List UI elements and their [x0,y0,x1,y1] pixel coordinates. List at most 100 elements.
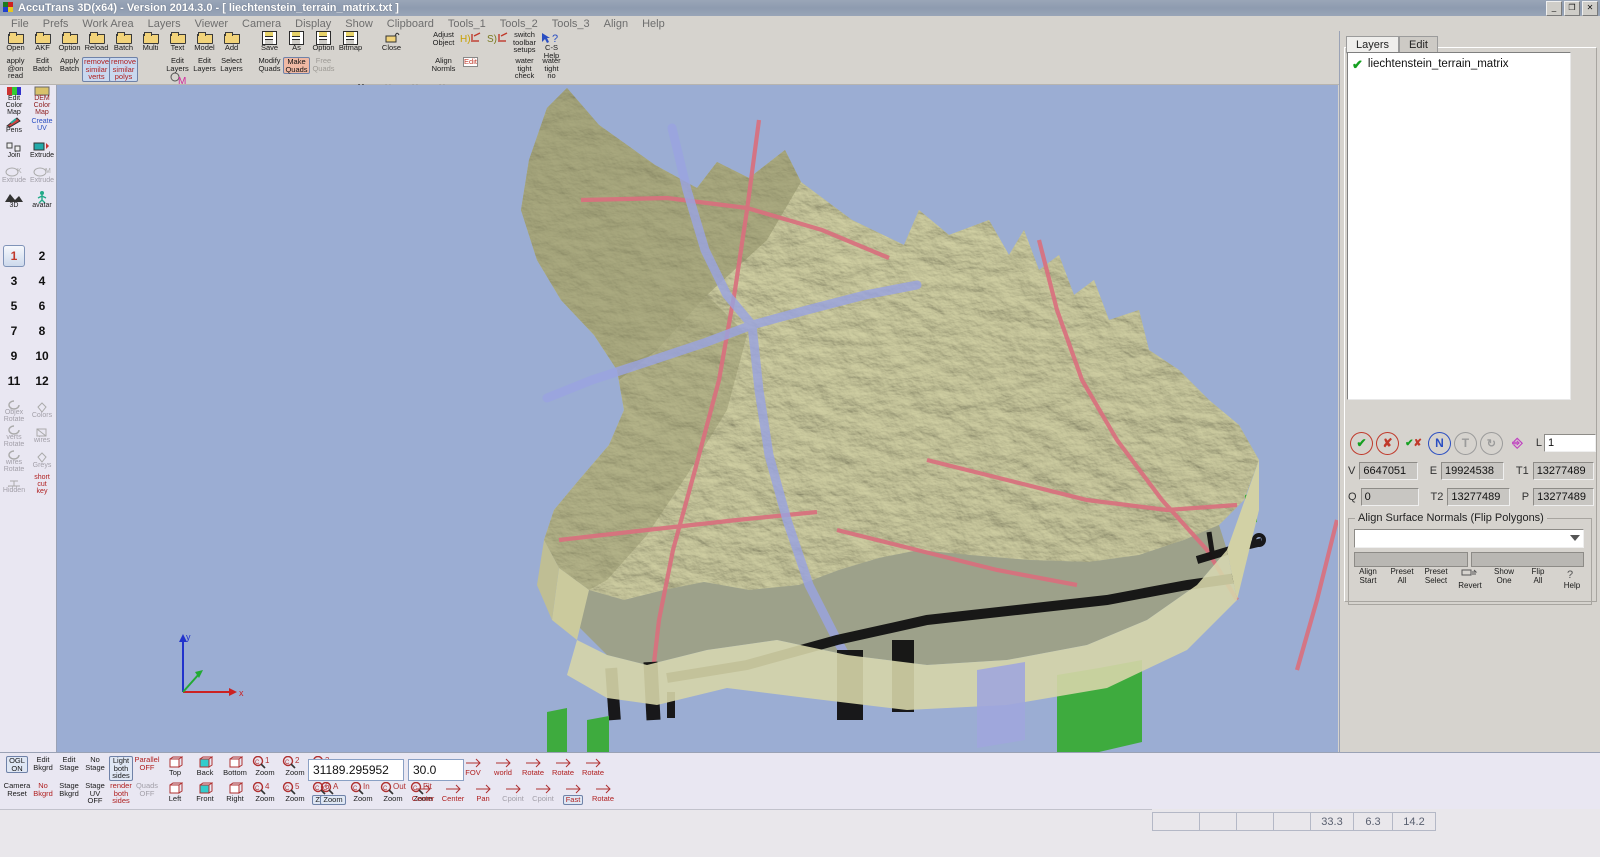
layer-index-field[interactable]: L 1 [1536,434,1597,452]
toolbar-cell-reload[interactable]: Reload remove similar verts [82,31,112,84]
minimize-button[interactable]: _ [1546,1,1562,16]
light-both-sides[interactable]: Light both sides [108,756,134,783]
bottom-cell-3[interactable]: Cpoint [498,782,528,809]
left-tool-verts[interactable]: verts Rotate [0,422,28,448]
stat-value-t1[interactable]: 13277489 [1532,461,1594,480]
view-left[interactable]: Left [160,782,190,809]
layer-number-6[interactable]: 6 [28,293,56,318]
render-both-sides[interactable]: render both sides [108,782,134,809]
uncheck-all-icon[interactable]: ✘ [1375,431,1399,455]
bottom-cell-0[interactable]: Center [408,782,438,809]
layer-number-5[interactable]: 5 [0,293,28,318]
bottom-cell-2[interactable]: Rotate [518,756,548,783]
stat-value-t2[interactable]: 13277489 [1447,487,1510,506]
layer-number-8[interactable]: 8 [28,318,56,343]
loop-icon[interactable]: ↻ [1479,431,1503,455]
menu-item-help[interactable]: Help [635,18,672,30]
bottom-cell-3[interactable]: Rotate [548,756,578,783]
zoom-1[interactable]: C 1 Zoom [250,755,280,783]
menu-item-camera[interactable]: Camera [235,18,288,30]
menu-item-viewer[interactable]: Viewer [188,18,235,30]
toolbar-cell-switch[interactable]: switch toolbar setups water tight check [511,31,538,84]
toolbar-cell-x[interactable]: S) [484,31,511,84]
layer-number-1[interactable]: 1 [0,243,28,268]
zoom-distance-field[interactable]: 31189.295952 [308,759,404,781]
view-front[interactable]: Front [190,782,220,809]
view-back[interactable]: Back [190,756,220,783]
left-tool-objex[interactable]: Objex Rotate [0,397,28,423]
bottom-cell-0[interactable]: FOV [458,756,488,783]
toolbar-cell-text[interactable]: Text Edit Layers M [164,31,191,85]
toolbar-cell-save[interactable]: Save Modify Quads [256,30,283,84]
align-button-show[interactable]: Show One [1487,567,1521,590]
no-bkgrd[interactable]: No Bkgrd [30,782,56,809]
camera-reset[interactable]: Camera Reset [4,782,31,809]
left-tool-wires[interactable]: wires Rotate [0,447,28,473]
menu-item-clipboard[interactable]: Clipboard [380,18,441,30]
layer-list[interactable]: ✔ liechtenstein_terrain_matrix [1347,52,1571,400]
toolbar-cell-edit[interactable]: H) Edit [457,31,484,84]
menu-item-display[interactable]: Display [288,18,338,30]
bottom-cell-4[interactable]: Cpoint [528,782,558,809]
layer-checkmark-icon[interactable]: ✔ [1352,58,1363,71]
toolbar-cell-c-s[interactable]: ? C-S Help water tight no [538,31,565,84]
left-tool-edit[interactable]: Edit Color Map [0,87,28,116]
left-tool-hidden[interactable]: Hidden [0,472,28,497]
align-button-align[interactable]: Align Start [1351,567,1385,590]
align-button-flip[interactable]: Flip All [1521,567,1555,590]
view-bottom[interactable]: Bottom [220,756,250,783]
toggle-check-icon[interactable]: ✔ ✘ [1402,432,1425,455]
menu-item-tools-1[interactable]: Tools_1 [441,18,493,30]
left-tool-wires[interactable]: wires [28,422,56,447]
layer-number-9[interactable]: 9 [0,343,28,368]
chevron-down-icon[interactable] [1570,535,1580,541]
menu-item-prefs[interactable]: Prefs [36,18,76,30]
tab-edit[interactable]: Edit [1399,36,1438,53]
bottom-cell-5[interactable]: Fast [558,782,588,809]
list-item[interactable]: ✔ liechtenstein_terrain_matrix [1352,56,1566,72]
close-button[interactable]: ✕ [1582,1,1598,16]
parallel-off[interactable]: Parallel OFF [134,756,160,783]
menu-item-layers[interactable]: Layers [141,18,188,30]
layer-number-10[interactable]: 10 [28,343,56,368]
left-tool-create[interactable]: Create UV [28,112,56,137]
layer-number-2[interactable]: 2 [28,243,56,268]
zoom-in[interactable]: C In Zoom [348,781,378,809]
layer-number-7[interactable]: 7 [0,318,28,343]
menu-item-align[interactable]: Align [597,18,635,30]
left-tool-colors[interactable]: Colors [28,397,56,422]
bottom-cell-6[interactable]: Rotate [588,782,618,809]
stage-bkgrd[interactable]: Stage Bkgrd [56,782,82,809]
left-tool-pens[interactable]: Pens [0,112,28,137]
stat-value-p[interactable]: 13277489 [1533,487,1594,506]
quads-off[interactable]: Quads OFF [134,782,160,809]
stat-value-q[interactable]: 0 [1360,487,1419,506]
menu-item-show[interactable]: Show [338,18,380,30]
left-tool-avatar[interactable]: avatar [28,187,56,212]
zoom-5[interactable]: C 5 Zoom [280,781,310,809]
restore-button[interactable]: ❐ [1564,1,1580,16]
left-tool-greys[interactable]: Greys [28,447,56,472]
zoom-out[interactable]: C Out Zoom [378,781,408,809]
stage-uv-off[interactable]: Stage UV OFF [82,782,108,809]
zoom-2[interactable]: C 2 Zoom [280,755,310,783]
no-stage[interactable]: No Stage [82,756,108,783]
left-tool-dem[interactable]: DEM Color Map [28,86,56,116]
toolbar-cell-add[interactable]: Add Select Layers [218,31,245,84]
toolbar-cell-open[interactable]: Open apply @on read [2,31,29,84]
toolbar-cell-option[interactable]: Option Free Quads [310,30,337,84]
stat-value-v[interactable]: 6647051 [1359,461,1418,480]
toolbar-cell-akf[interactable]: AKF Edit Batch [29,31,56,84]
menu-item-tools-2[interactable]: Tools_2 [493,18,545,30]
bottom-cell-2[interactable]: Pan [468,782,498,809]
toolbar-cell-multi[interactable]: Multi [137,31,164,84]
left-tool-short[interactable]: short cut key [28,472,56,497]
left-tool-join[interactable]: Join [0,137,28,162]
left-tool-extrude[interactable]: K Extrude [0,162,28,187]
menu-item-tools-3[interactable]: Tools_3 [545,18,597,30]
toolbar-cell-option[interactable]: Option Apply Batch [56,31,83,84]
layer-index-value[interactable]: 1 [1544,434,1597,452]
left-tool-3d[interactable]: 3D [0,187,28,212]
fov-field[interactable]: 30.0 [408,759,464,781]
toolbar-cell-batch[interactable]: Batch remove similar polys [109,31,139,84]
